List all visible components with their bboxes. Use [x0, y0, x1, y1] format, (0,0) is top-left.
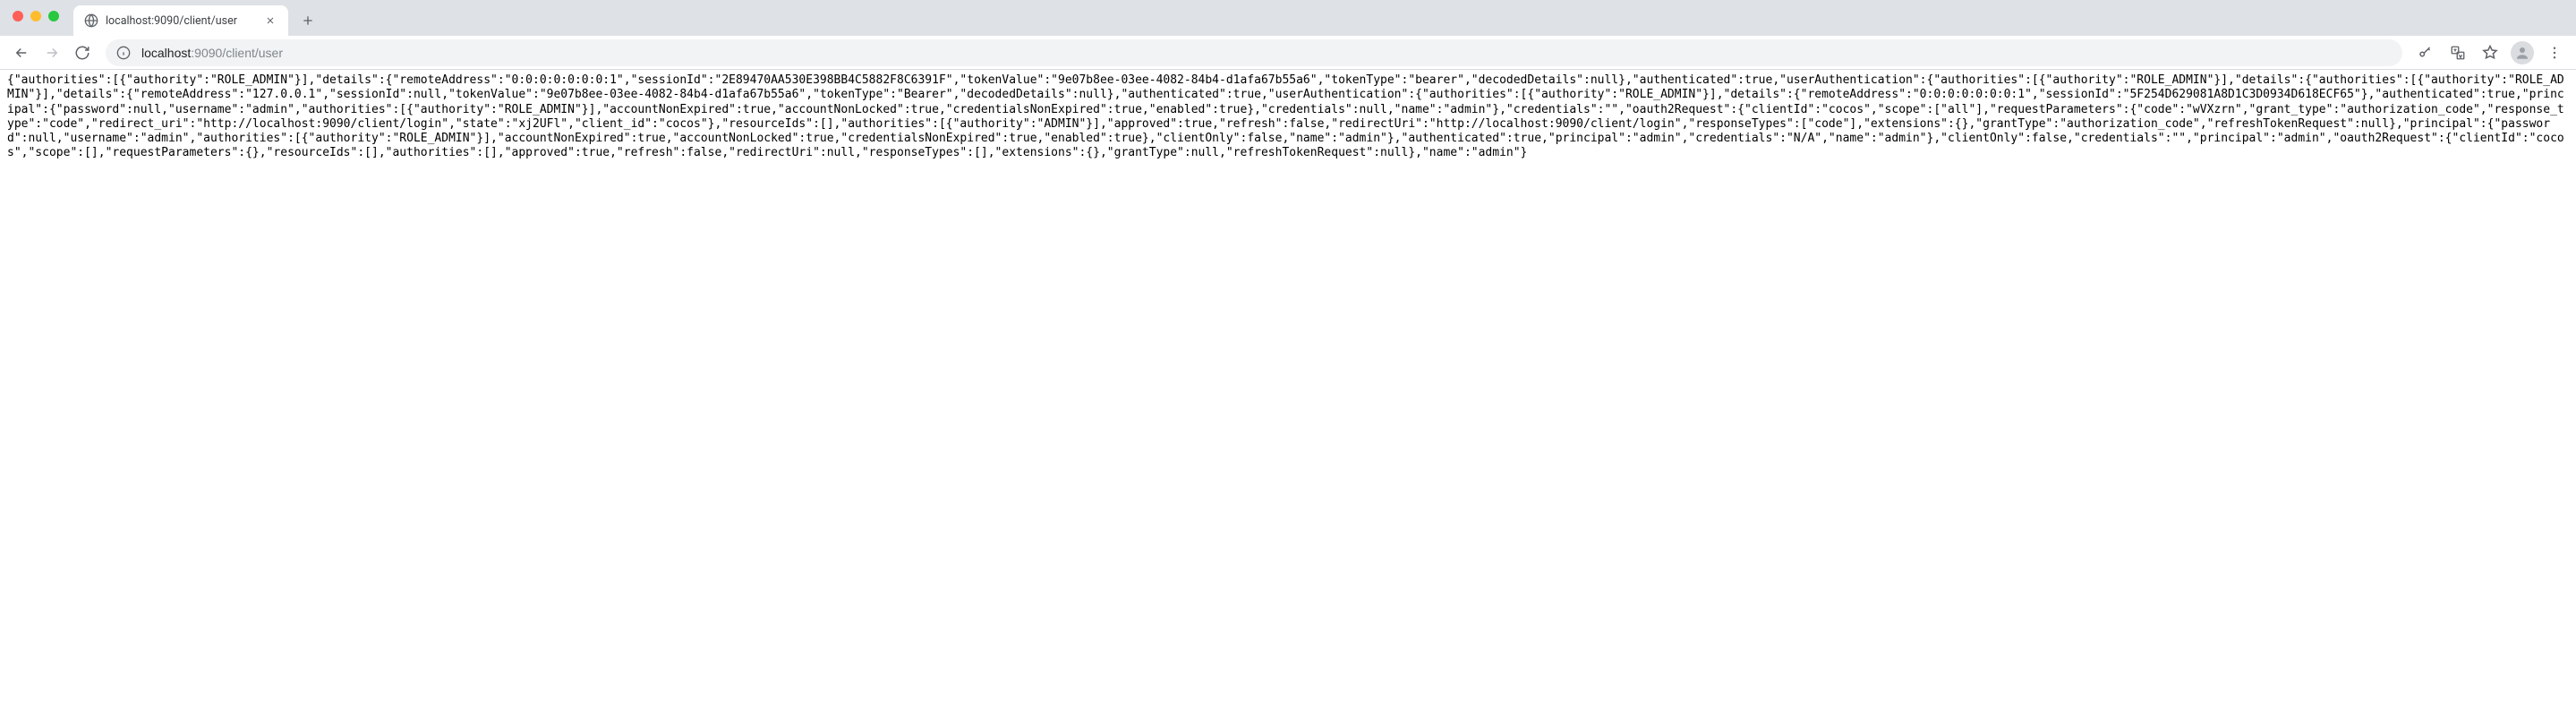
avatar-icon	[2511, 41, 2534, 64]
response-body: {"authorities":[{"authority":"ROLE_ADMIN…	[0, 70, 2576, 165]
url-text: localhost:9090/client/user	[141, 46, 2392, 60]
toolbar-actions	[2411, 39, 2569, 67]
tab-close-button[interactable]	[263, 13, 277, 28]
window-maximize-button[interactable]	[48, 11, 59, 21]
tab-bar: localhost:9090/client/user	[0, 0, 2576, 36]
password-key-icon[interactable]	[2411, 39, 2440, 67]
tab-title: localhost:9090/client/user	[106, 14, 256, 28]
address-bar[interactable]: localhost:9090/client/user	[106, 39, 2402, 66]
menu-button[interactable]	[2540, 39, 2569, 67]
window-close-button[interactable]	[13, 11, 23, 21]
globe-icon	[84, 13, 98, 28]
browser-tab[interactable]: localhost:9090/client/user	[73, 5, 288, 36]
url-port: :9090	[191, 46, 222, 60]
new-tab-button[interactable]	[295, 8, 320, 33]
translate-icon[interactable]	[2444, 39, 2472, 67]
bookmark-star-icon[interactable]	[2476, 39, 2504, 67]
info-icon[interactable]	[116, 46, 131, 60]
url-path: /client/user	[222, 46, 283, 60]
window-minimize-button[interactable]	[30, 11, 41, 21]
url-host: localhost	[141, 46, 191, 60]
profile-avatar[interactable]	[2508, 39, 2537, 67]
forward-button[interactable]	[38, 39, 66, 67]
window-controls	[13, 11, 59, 21]
back-button[interactable]	[7, 39, 36, 67]
reload-button[interactable]	[68, 39, 97, 67]
browser-toolbar: localhost:9090/client/user	[0, 36, 2576, 70]
